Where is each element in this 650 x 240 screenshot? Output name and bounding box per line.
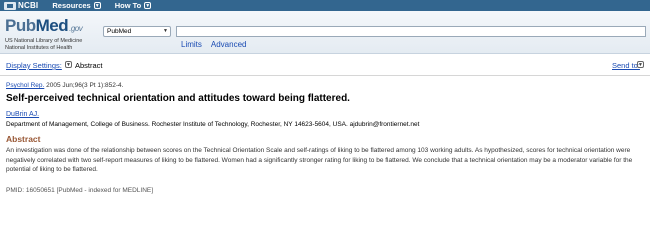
display-settings-link[interactable]: Display Settings: [6,61,62,70]
pmid-line: PMID: 16050651 [PubMed - indexed for MED… [6,187,154,194]
how-to-label: How To [114,1,142,10]
nih-label: National Institutes of Health [5,44,73,51]
database-select-value: PubMed [107,28,132,35]
ncbi-logo-icon [4,1,16,10]
search-sublinks: Limits Advanced [181,40,255,49]
pubmed-logo[interactable]: PubMed.gov US National Library of Medici… [5,16,83,51]
ncbi-logo-text: NCBI [18,1,39,10]
resources-menu[interactable]: Resources ▼ [52,1,101,10]
author-link[interactable]: DuBrin AJ. [6,111,39,118]
search-input[interactable] [176,26,646,37]
ncbi-top-bar: NCBI Resources ▼ How To ▼ [0,0,650,11]
send-to-link[interactable]: Send to: [612,61,640,70]
pubmed-header: PubMed.gov US National Library of Medici… [0,11,650,54]
author-affiliation: Department of Management, College of Bus… [6,121,420,128]
display-settings-bar: Display Settings: ▼ Abstract Send to: ▼ [0,55,650,76]
citation: Psychol Rep. 2005 Jun;96(3 Pt 1):852-4. [6,82,123,89]
chevron-down-icon: ▼ [144,2,152,9]
nlm-label: US National Library of Medicine [5,38,83,44]
abstract-heading: Abstract [6,134,41,144]
database-select[interactable]: PubMed ▼ [103,26,171,37]
how-to-menu[interactable]: How To ▼ [115,1,152,10]
pubmed-wordmark-med: Med [35,16,69,35]
top-nav: Resources ▼ How To ▼ [52,1,165,10]
pubmed-wordmark-pub: Pub [5,16,36,35]
pubmed-wordmark-gov: .gov [69,24,83,33]
citation-details: 2005 Jun;96(3 Pt 1):852-4. [44,82,124,89]
chevron-down-icon[interactable]: ▼ [637,61,644,68]
chevron-down-icon: ▼ [163,28,168,34]
journal-link[interactable]: Psychol Rep. [6,82,44,89]
chevron-down-icon[interactable]: ▼ [65,61,72,68]
article-title: Self-perceived technical orientation and… [6,93,350,104]
abstract-text: An investigation was done of the relatio… [6,147,633,173]
pubmed-wordmark: PubMed.gov [5,16,83,38]
ncbi-logo[interactable]: NCBI [4,1,38,10]
display-mode: Abstract [75,61,103,70]
advanced-link[interactable]: Advanced [211,40,247,49]
resources-label: Resources [52,1,91,10]
chevron-down-icon: ▼ [93,2,101,9]
limits-link[interactable]: Limits [181,40,202,49]
